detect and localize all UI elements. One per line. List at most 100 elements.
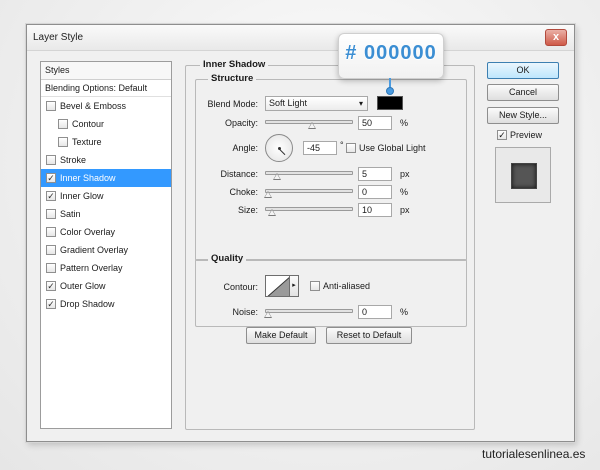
distance-label: Distance: (220, 169, 258, 179)
size-unit: px (400, 205, 410, 215)
angle-label: Angle: (232, 143, 258, 153)
watermark: tutorialesenlinea.es (482, 447, 586, 461)
close-icon: x (552, 31, 560, 43)
use-global-light-label: Use Global Light (359, 143, 426, 153)
style-item-label: Satin (60, 209, 81, 219)
color-callout-text: # 000000 (345, 42, 437, 64)
noise-unit: % (400, 307, 409, 317)
style-item-checkbox[interactable] (58, 137, 68, 147)
style-item-checkbox[interactable]: ✓ (46, 281, 56, 291)
style-item-outer-glow[interactable]: ✓ Outer Glow (41, 277, 171, 295)
window-title: Layer Style (33, 32, 84, 43)
opacity-field[interactable]: 50 (358, 116, 392, 130)
noise-slider-thumb[interactable] (264, 311, 272, 318)
style-item-texture[interactable]: Texture (41, 133, 171, 151)
style-item-checkbox[interactable]: ✓ (46, 173, 56, 183)
size-label: Size: (237, 205, 258, 215)
make-default-button[interactable]: Make Default (246, 327, 316, 344)
contour-dropdown-button[interactable]: ▸ (290, 275, 299, 297)
style-item-checkbox[interactable] (58, 119, 68, 129)
style-preview (495, 147, 551, 203)
style-item-checkbox[interactable] (46, 245, 56, 255)
preview-checkbox[interactable]: ✓ (497, 130, 507, 140)
style-item-gradient-overlay[interactable]: Gradient Overlay (41, 241, 171, 259)
opacity-unit: % (400, 118, 409, 128)
shadow-color-swatch[interactable] (377, 96, 403, 110)
chevron-right-icon: ▸ (292, 282, 296, 289)
noise-slider[interactable] (265, 309, 353, 313)
style-item-label: Contour (72, 119, 105, 129)
choke-label: Choke: (229, 187, 258, 197)
close-button[interactable]: x (545, 29, 567, 46)
style-item-checkbox[interactable] (46, 101, 56, 111)
style-items: Bevel & Emboss Contour Texture Stroke ✓ Inner… (41, 97, 171, 313)
style-item-label: Inner Shadow (60, 173, 116, 183)
choke-field[interactable]: 0 (358, 185, 392, 199)
new-style-button[interactable]: New Style... (487, 107, 559, 124)
styles-list-header[interactable]: Styles (41, 62, 171, 80)
style-item-checkbox[interactable] (46, 155, 56, 165)
style-item-label: Drop Shadow (60, 299, 115, 309)
cancel-button[interactable]: Cancel (487, 84, 559, 101)
anti-aliased-label: Anti-aliased (323, 281, 371, 291)
angle-field[interactable]: -45 (303, 141, 337, 155)
blending-options-item[interactable]: Blending Options: Default (41, 80, 171, 97)
callout-pin-dot (386, 87, 394, 95)
style-item-checkbox[interactable] (46, 209, 56, 219)
blend-mode-value: Soft Light (269, 98, 308, 108)
angle-unit: ° (340, 140, 344, 150)
distance-slider-thumb[interactable] (272, 173, 281, 180)
style-item-label: Bevel & Emboss (60, 101, 127, 111)
anti-aliased-checkbox[interactable] (310, 281, 320, 291)
noise-field[interactable]: 0 (358, 305, 392, 319)
style-item-label: Texture (72, 137, 102, 147)
style-item-stroke[interactable]: Stroke (41, 151, 171, 169)
structure-group: Structure Blend Mode: Soft Light ▾ Opaci… (195, 73, 467, 261)
style-item-pattern-overlay[interactable]: Pattern Overlay (41, 259, 171, 277)
distance-field[interactable]: 5 (358, 167, 392, 181)
style-item-checkbox[interactable] (46, 263, 56, 273)
style-item-checkbox[interactable]: ✓ (46, 299, 56, 309)
panel-title: Inner Shadow (200, 59, 269, 70)
style-item-checkbox[interactable] (46, 227, 56, 237)
size-field[interactable]: 10 (358, 203, 392, 217)
quality-title: Quality (208, 253, 247, 264)
use-global-light-checkbox[interactable] (346, 143, 356, 153)
blend-mode-select[interactable]: Soft Light ▾ (265, 96, 368, 111)
contour-preview[interactable] (265, 275, 290, 297)
title-bar: Layer Style x (27, 25, 574, 51)
color-callout: # 000000 (338, 33, 444, 79)
style-item-inner-shadow[interactable]: ✓ Inner Shadow (41, 169, 171, 187)
size-slider[interactable] (265, 207, 353, 211)
angle-center-dot (278, 147, 281, 150)
style-item-contour[interactable]: Contour (41, 115, 171, 133)
style-item-label: Pattern Overlay (60, 263, 123, 273)
style-item-bevel-emboss[interactable]: Bevel & Emboss (41, 97, 171, 115)
style-item-label: Inner Glow (60, 191, 104, 201)
choke-unit: % (400, 187, 409, 197)
layer-style-dialog: Layer Style x Styles Blending Options: D… (26, 24, 575, 442)
contour-curve-icon (267, 277, 289, 296)
styles-list: Styles Blending Options: Default Bevel &… (40, 61, 172, 429)
reset-to-default-button[interactable]: Reset to Default (326, 327, 412, 344)
style-item-checkbox[interactable]: ✓ (46, 191, 56, 201)
style-item-drop-shadow[interactable]: ✓ Drop Shadow (41, 295, 171, 313)
angle-dial[interactable] (265, 134, 293, 162)
ok-button[interactable]: OK (487, 62, 559, 79)
style-item-satin[interactable]: Satin (41, 205, 171, 223)
style-item-label: Outer Glow (60, 281, 106, 291)
size-slider-thumb[interactable] (267, 209, 276, 216)
noise-label: Noise: (232, 307, 258, 317)
contour-label: Contour: (223, 282, 258, 292)
opacity-slider-thumb[interactable] (308, 122, 316, 129)
check-icon: ✓ (498, 130, 506, 140)
style-item-color-overlay[interactable]: Color Overlay (41, 223, 171, 241)
choke-slider[interactable] (265, 189, 353, 193)
quality-group: Quality Contour: ▸ Anti-aliased Noise: 0… (195, 253, 467, 327)
choke-slider-thumb[interactable] (264, 191, 272, 198)
style-item-label: Gradient Overlay (60, 245, 129, 255)
blend-mode-label: Blend Mode: (207, 99, 258, 109)
style-item-inner-glow[interactable]: ✓ Inner Glow (41, 187, 171, 205)
opacity-label: Opacity: (224, 118, 258, 128)
chevron-down-icon: ▾ (358, 99, 363, 108)
